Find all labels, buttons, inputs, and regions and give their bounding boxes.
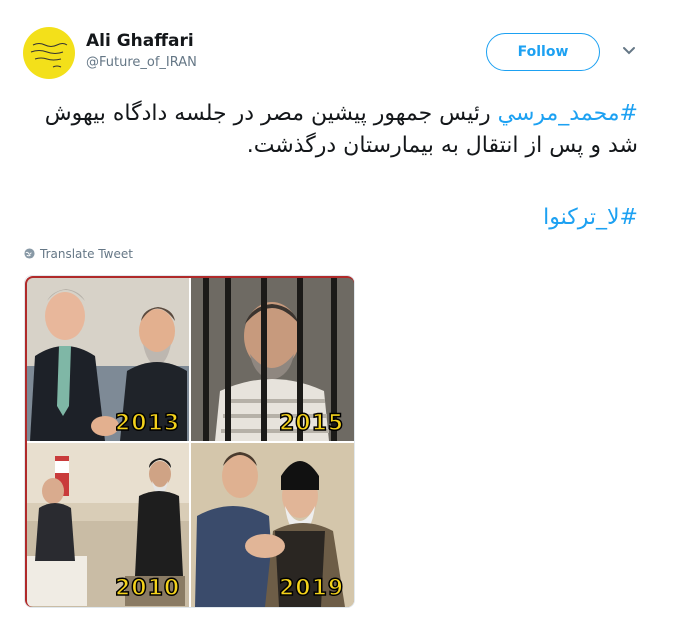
year-label-2015: 2015 bbox=[278, 410, 345, 437]
photo-collage bbox=[25, 276, 354, 607]
avatar[interactable] bbox=[23, 27, 75, 79]
tweet-image[interactable]: 2013 2015 2010 2019 bbox=[24, 275, 355, 608]
translate-tweet-link[interactable]: Translate Tweet bbox=[24, 247, 133, 262]
user-handle[interactable]: @Future_of_IRAN bbox=[86, 55, 197, 70]
hashtag-link[interactable]: #محمد_مرسي bbox=[498, 101, 638, 126]
globe-icon bbox=[24, 247, 35, 262]
year-label-2013: 2013 bbox=[114, 410, 181, 437]
user-name[interactable]: Ali Ghaffari bbox=[86, 31, 194, 51]
follow-button[interactable]: Follow bbox=[486, 33, 600, 71]
tweet-header: Ali Ghaffari @Future_of_IRAN Follow bbox=[0, 0, 674, 90]
avatar-handwriting-icon bbox=[30, 43, 68, 68]
year-label-2019: 2019 bbox=[278, 575, 345, 602]
year-label-2010: 2010 bbox=[114, 575, 181, 602]
translate-label: Translate Tweet bbox=[40, 247, 133, 261]
hashtag-link[interactable]: #لا_ترکنوا bbox=[24, 202, 638, 234]
tweet-text: #محمد_مرسي رئیس جمهور پیشین مصر در جلسه … bbox=[24, 98, 638, 162]
chevron-down-icon[interactable] bbox=[619, 41, 639, 61]
